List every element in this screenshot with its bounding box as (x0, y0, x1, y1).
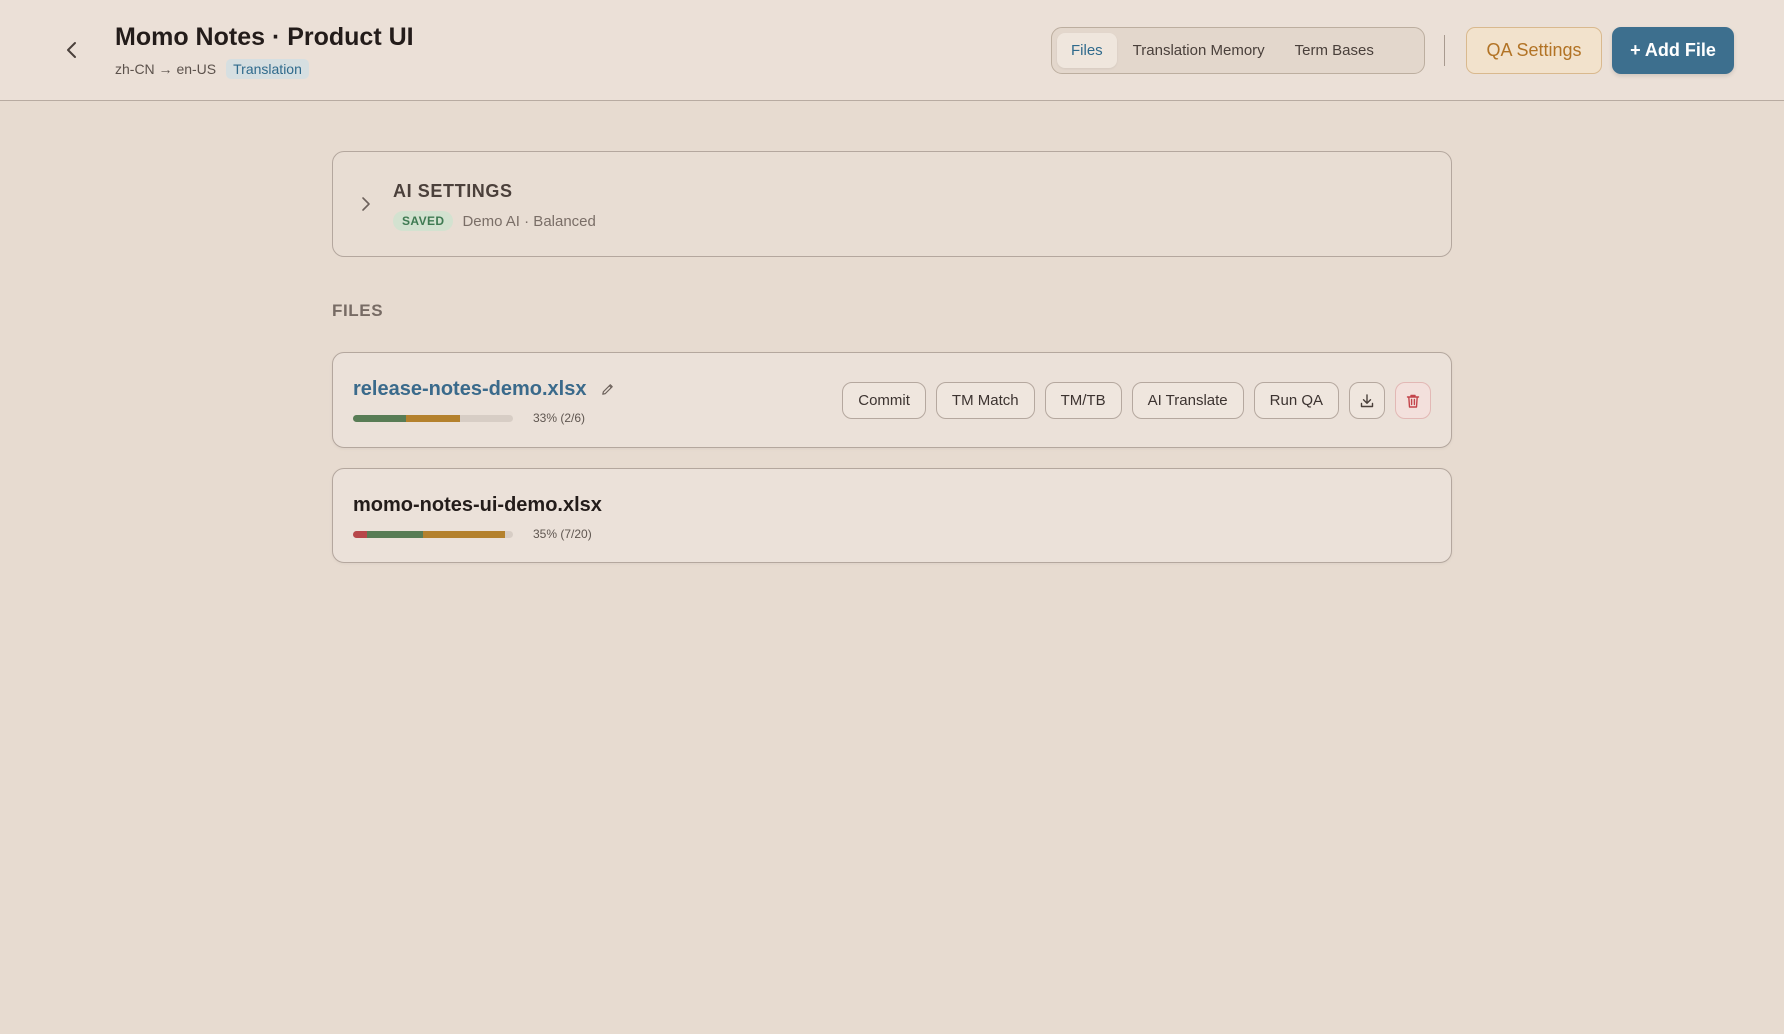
tab-files[interactable]: Files (1057, 33, 1117, 68)
commit-button[interactable]: Commit (842, 382, 926, 419)
tm-match-button[interactable]: TM Match (935, 382, 1035, 419)
qa-settings-button[interactable]: QA Settings (1466, 27, 1602, 74)
header-divider (1444, 35, 1445, 66)
tm-tb-button[interactable]: TM/TB (1044, 382, 1122, 419)
progress-segment-error (353, 530, 368, 538)
pencil-icon (602, 384, 613, 395)
delete-button[interactable] (1395, 382, 1431, 419)
ai-translate-button[interactable]: AI Translate (1131, 382, 1244, 419)
progress-label: 33% (2/6) (533, 411, 586, 425)
download-button[interactable] (1349, 382, 1385, 419)
ai-settings-description: Demo AI · Balanced (462, 212, 596, 230)
app-header: Momo Notes · Product UI zh-CN → en-US Tr… (0, 0, 1784, 101)
progress-segment-draft (423, 530, 505, 538)
chevron-left-icon (67, 42, 76, 58)
progress-bar (353, 414, 513, 422)
view-tabs: Files Translation Memory Term Bases (1051, 27, 1425, 74)
tab-term-bases[interactable]: Term Bases (1281, 33, 1388, 68)
file-card: momo-notes-ui-demo.xlsx 35% (7/20) (332, 468, 1452, 563)
progress-segment-done (353, 414, 406, 422)
chevron-right-icon (362, 197, 370, 211)
file-progress: 35% (7/20) (353, 527, 592, 541)
run-qa-button[interactable]: Run QA (1253, 382, 1339, 419)
progress-segment-draft (405, 414, 461, 422)
file-card: release-notes-demo.xlsx 33% (2/6) Commit… (332, 352, 1452, 448)
back-button[interactable] (58, 36, 86, 64)
ai-settings-meta: SAVED Demo AI · Balanced (393, 209, 596, 233)
status-badge: SAVED (393, 211, 454, 231)
add-file-button[interactable]: + Add File (1612, 27, 1734, 74)
progress-segment-done (367, 530, 424, 538)
files-heading: FILES (332, 301, 384, 320)
ai-settings-title: AI SETTINGS (393, 181, 513, 201)
page-title: Momo Notes · Product UI (115, 23, 414, 51)
file-name[interactable]: momo-notes-ui-demo.xlsx (353, 494, 602, 517)
mode-badge: Translation (226, 59, 309, 79)
progress-bar (353, 530, 513, 538)
file-name-row: momo-notes-ui-demo.xlsx (353, 494, 602, 517)
download-icon (1360, 393, 1374, 407)
file-progress: 33% (2/6) (353, 411, 585, 425)
expand-toggle[interactable] (357, 194, 375, 214)
progress-label: 35% (7/20) (533, 527, 592, 541)
tab-translation-memory[interactable]: Translation Memory (1119, 33, 1279, 68)
trash-icon (1406, 394, 1420, 408)
ai-settings-panel[interactable]: AI SETTINGS SAVED Demo AI · Balanced (332, 151, 1452, 257)
file-name-row: release-notes-demo.xlsx (353, 378, 616, 401)
file-name-link[interactable]: release-notes-demo.xlsx (353, 378, 586, 401)
file-actions: Commit TM Match TM/TB AI Translate Run Q… (842, 382, 1431, 419)
project-meta: zh-CN → en-US Translation (115, 58, 309, 80)
language-pair: zh-CN → en-US (115, 61, 217, 77)
rename-button[interactable] (598, 381, 616, 399)
